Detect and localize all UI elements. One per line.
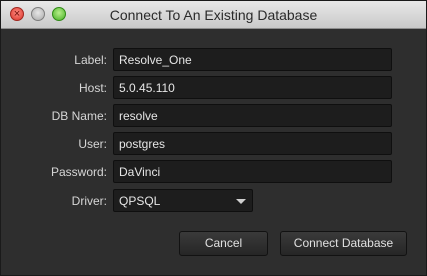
host-field[interactable] <box>113 76 392 99</box>
password-input[interactable] <box>114 161 391 182</box>
password-caption: Password: <box>50 165 107 179</box>
driver-select[interactable]: QPSQL <box>113 189 253 212</box>
db-name-caption: DB Name: <box>51 109 107 123</box>
driver-value: QPSQL <box>119 194 161 208</box>
window-title: Connect To An Existing Database <box>109 7 318 23</box>
title-bar[interactable]: × Connect To An Existing Database <box>1 1 426 29</box>
db-name-input[interactable] <box>114 105 391 126</box>
chevron-down-icon <box>236 199 246 204</box>
password-field[interactable] <box>113 160 392 183</box>
host-caption: Host: <box>78 81 107 95</box>
connect-database-dialog: × Connect To An Existing Database Label:… <box>0 0 427 276</box>
host-input[interactable] <box>114 77 391 98</box>
label-caption: Label: <box>74 53 107 67</box>
user-input[interactable] <box>114 133 391 154</box>
label-field[interactable] <box>113 48 392 71</box>
label-input[interactable] <box>114 49 391 70</box>
cancel-button[interactable]: Cancel <box>179 231 268 256</box>
user-caption: User: <box>78 137 107 151</box>
user-field[interactable] <box>113 132 392 155</box>
driver-caption: Driver: <box>71 194 107 208</box>
connect-database-button[interactable]: Connect Database <box>280 231 407 256</box>
db-name-field[interactable] <box>113 104 392 127</box>
